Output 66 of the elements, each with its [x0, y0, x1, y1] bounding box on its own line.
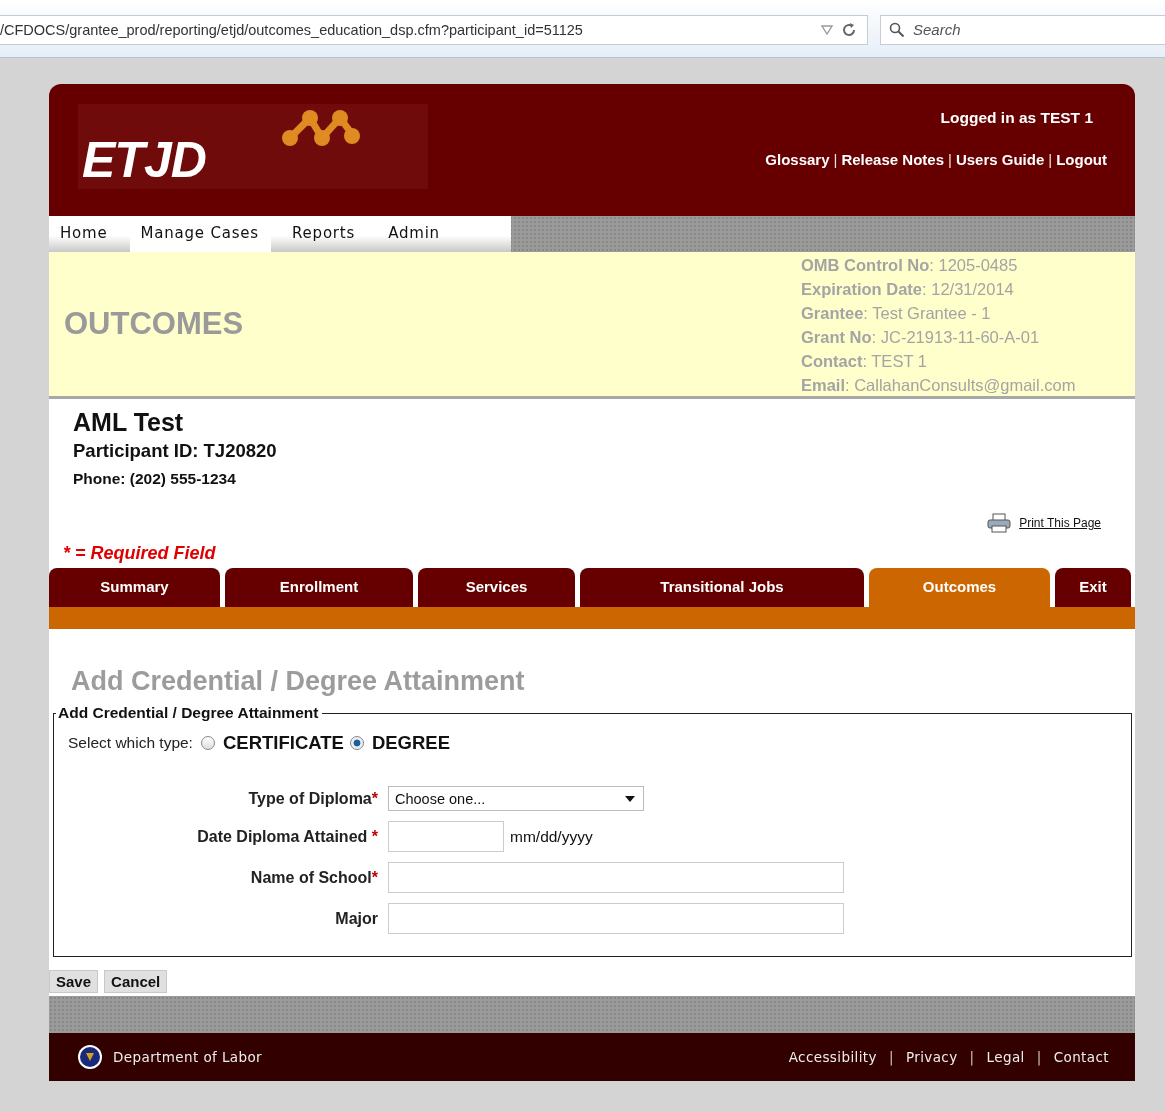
radio-label: DEGREE	[371, 732, 450, 754]
participant-phone: Phone: (202) 555-1234	[73, 469, 237, 489]
link-separator: |	[1048, 151, 1053, 168]
radio-button[interactable]	[200, 736, 215, 750]
field-label: Date Diploma Attained *	[196, 827, 378, 846]
page-title: OUTCOMES	[63, 306, 244, 342]
caret-icon	[625, 795, 635, 802]
participant-id: Participant ID: TJ20820	[73, 439, 278, 463]
field-label: Type of Diploma*	[247, 789, 378, 808]
section-tab[interactable]: Enrollment	[225, 568, 413, 607]
section-tab[interactable]: Exit	[1055, 568, 1131, 607]
link-separator: |	[1036, 1049, 1042, 1065]
nav-tab[interactable]: Reports	[281, 216, 368, 252]
header-link[interactable]: Glossary	[765, 151, 830, 168]
diploma-select[interactable]: Choose one...	[388, 786, 644, 811]
participant-name: AML Test	[73, 407, 185, 437]
link-separator: |	[833, 151, 838, 168]
nav-tab[interactable]: Admin	[377, 216, 452, 252]
nav-tab[interactable]: Home	[49, 216, 120, 252]
address-bar[interactable]: /CFDOCS/grantee_prod/reporting/etjd/outcomes_education_dsp.cfm?participant_id=51125	[0, 14, 868, 45]
section-tab[interactable]: Services	[418, 568, 575, 607]
radio-label: CERTIFICATE	[222, 732, 344, 754]
radio-button[interactable]	[349, 736, 364, 750]
search-icon	[889, 21, 905, 38]
required-field-note: * = Required Field	[62, 542, 217, 565]
form-heading: Add Credential / Degree Attainment	[70, 665, 526, 698]
dropdown-icon[interactable]	[821, 24, 833, 35]
logged-in-text: Logged in as TEST 1	[940, 108, 1094, 127]
footer-link[interactable]: Legal	[986, 1049, 1025, 1065]
section-tab[interactable]: Summary	[49, 568, 220, 607]
type-label: Select which type:	[68, 734, 193, 752]
date-format-hint: mm/dd/yyyy	[510, 827, 593, 846]
grant-info-line: Email: CallahanConsults@gmail.com	[801, 375, 1077, 396]
logo-text: ETJD	[82, 131, 206, 189]
url-text: /CFDOCS/grantee_prod/reporting/etjd/outcomes_education_dsp.cfm?participant_id=51125	[0, 21, 584, 38]
print-link[interactable]: Print This Page	[1019, 516, 1101, 530]
grant-info-line: Contact: TEST 1	[801, 351, 928, 372]
field-label: Major	[334, 909, 378, 928]
text-field[interactable]	[388, 903, 844, 934]
search-field[interactable]: Search	[880, 14, 1165, 45]
fieldset-legend: Add Credential / Degree Attainment	[56, 704, 323, 722]
grant-info-line: Grant No: JC-21913-11-60-A-01	[801, 327, 1041, 348]
footer-link[interactable]: Contact	[1053, 1049, 1109, 1065]
footer-link[interactable]: Accessibility	[788, 1049, 877, 1065]
form-button[interactable]: Save	[49, 970, 99, 993]
link-separator: |	[888, 1049, 894, 1065]
grant-info-line: Expiration Date: 12/31/2014	[801, 279, 1015, 300]
section-tab[interactable]: Transitional Jobs	[580, 568, 864, 607]
grant-info-line: Grantee: Test Grantee - 1	[801, 303, 992, 324]
grant-info-line: OMB Control No: 1205-0485	[801, 255, 1019, 276]
reload-icon[interactable]	[841, 21, 857, 38]
link-separator: |	[948, 151, 952, 168]
form-button[interactable]: Cancel	[104, 970, 168, 993]
field-label: Name of School*	[249, 868, 378, 887]
date-field[interactable]	[388, 821, 504, 852]
header-link[interactable]: Logout	[1056, 151, 1107, 168]
agency-name: Department of Labor	[113, 1049, 263, 1065]
link-separator: |	[969, 1049, 975, 1065]
section-tab[interactable]: Outcomes	[869, 568, 1050, 607]
header-link[interactable]: Users Guide	[955, 151, 1045, 168]
header-link[interactable]: Release Notes	[841, 151, 944, 168]
text-field[interactable]	[388, 862, 844, 893]
footer-link[interactable]: Privacy	[905, 1049, 958, 1065]
printer-icon[interactable]	[987, 513, 1012, 533]
seal-icon	[77, 1044, 103, 1070]
search-input[interactable]: Search	[911, 20, 1165, 39]
